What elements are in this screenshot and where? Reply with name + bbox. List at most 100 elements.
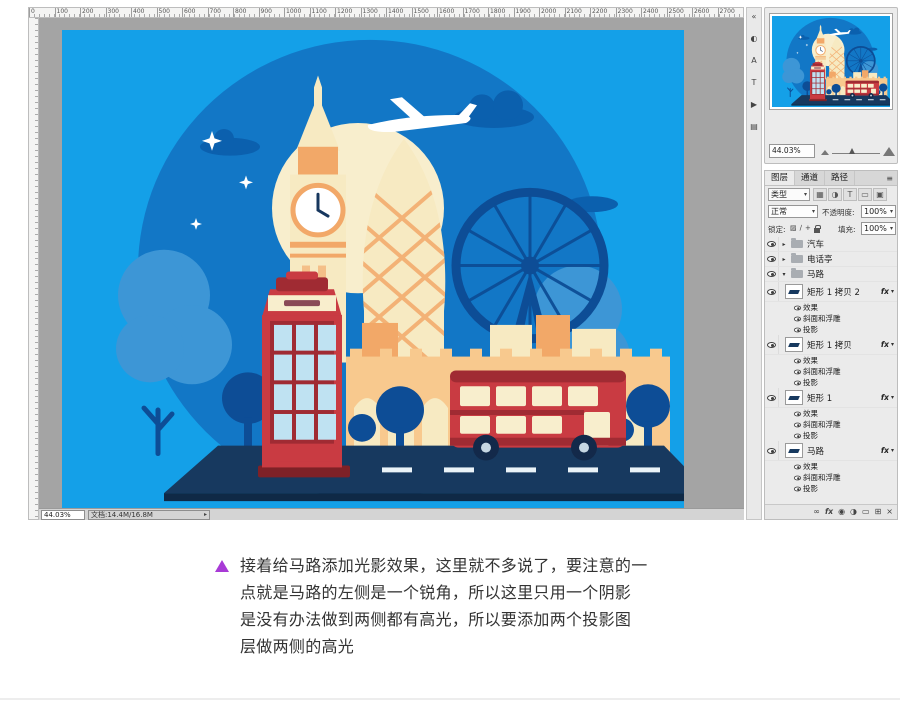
adjustment-layer-icon[interactable]: ◑: [850, 505, 857, 519]
layer-group-row[interactable]: ▾ 马路: [765, 267, 897, 282]
layer-group-row[interactable]: ▸ 电话亭: [765, 252, 897, 267]
caption-block: 接着给马路添加光影效果，这里就不多说了，要注意的一 点就是马路的左侧是一个锐角，…: [0, 552, 900, 682]
filter-shape-layers-icon[interactable]: ▭: [858, 188, 872, 201]
collapse-panels-icon[interactable]: «: [748, 11, 760, 23]
link-layers-icon[interactable]: ∞: [813, 505, 820, 519]
fx-badge[interactable]: fx: [881, 287, 889, 296]
lock-transparency-icon[interactable]: ▨: [790, 222, 797, 235]
visibility-eye-icon[interactable]: [791, 366, 803, 377]
visibility-eye-icon[interactable]: [791, 408, 803, 419]
visibility-eye-icon[interactable]: [765, 252, 779, 266]
tab-layers[interactable]: 图层: [765, 171, 796, 185]
layer-effect-row[interactable]: 效果: [765, 408, 897, 419]
layer-group-row[interactable]: ▸ 汽车: [765, 237, 897, 252]
panel-menu-icon[interactable]: ≡: [882, 171, 897, 185]
filter-kind-select[interactable]: 类型 ▾: [768, 188, 810, 201]
visibility-eye-icon[interactable]: [765, 388, 779, 407]
zoom-level-field[interactable]: 44.03%: [41, 510, 85, 520]
visibility-eye-icon[interactable]: [765, 282, 779, 301]
ruler-number: 1100: [309, 8, 336, 17]
visibility-eye-icon[interactable]: [765, 237, 779, 251]
navigator-zoom-slider[interactable]: [821, 144, 895, 158]
visibility-eye-icon[interactable]: [791, 483, 803, 494]
actions-panel-icon[interactable]: ▶: [748, 99, 760, 111]
ruler-number: 500: [156, 8, 183, 17]
histogram-panel-icon[interactable]: ▤: [748, 121, 760, 133]
delete-layer-icon[interactable]: ×: [886, 505, 893, 519]
document-canvas[interactable]: [62, 30, 684, 508]
layer-effect-row[interactable]: 效果: [765, 302, 897, 313]
tab-paths[interactable]: 路径: [825, 171, 856, 185]
visibility-eye-icon[interactable]: [791, 472, 803, 483]
visibility-eye-icon[interactable]: [791, 430, 803, 441]
layer-effect-row[interactable]: 效果: [765, 461, 897, 472]
layer-effect-row[interactable]: 效果: [765, 355, 897, 366]
layer-effect-row[interactable]: 投影: [765, 324, 897, 335]
zoom-out-icon[interactable]: [821, 150, 829, 155]
lock-position-icon[interactable]: +: [805, 222, 811, 235]
layer-thumbnail[interactable]: [785, 337, 803, 352]
fx-caret-icon[interactable]: ▾: [891, 394, 894, 401]
layer-row[interactable]: 矩形 1 拷贝 fx ▾: [765, 335, 897, 355]
visibility-eye-icon[interactable]: [791, 302, 803, 313]
slider-track[interactable]: [832, 148, 880, 154]
filter-type-layers-icon[interactable]: T: [843, 188, 857, 201]
ruler-number: 1600: [437, 8, 463, 17]
layer-effect-row[interactable]: 斜面和浮雕: [765, 472, 897, 483]
visibility-eye-icon[interactable]: [791, 461, 803, 472]
status-caret-icon[interactable]: ▸: [204, 511, 207, 519]
layer-row[interactable]: 矩形 1 fx ▾: [765, 388, 897, 408]
fx-badge[interactable]: fx: [881, 446, 889, 455]
paragraph-panel-icon[interactable]: T: [748, 77, 760, 89]
visibility-eye-icon[interactable]: [765, 335, 779, 354]
document-size-info[interactable]: 文档:14.4M/16.8M ▸: [88, 510, 210, 520]
layer-effect-row[interactable]: 斜面和浮雕: [765, 366, 897, 377]
blend-mode-select[interactable]: 正常 ▾: [768, 205, 818, 218]
ruler-number: 200: [80, 8, 106, 17]
layer-mask-icon[interactable]: ◉: [838, 505, 845, 519]
layer-thumbnail[interactable]: [785, 284, 803, 299]
layer-effect-row[interactable]: 投影: [765, 483, 897, 494]
visibility-eye-icon[interactable]: [791, 324, 803, 335]
tab-channels[interactable]: 通道: [795, 171, 826, 185]
navigator-zoom-field[interactable]: 44.03%: [769, 144, 815, 158]
filter-smart-objects-icon[interactable]: ▣: [873, 188, 887, 201]
fx-caret-icon[interactable]: ▾: [891, 447, 894, 454]
lock-all-icon[interactable]: [813, 224, 821, 233]
visibility-eye-icon[interactable]: [791, 355, 803, 366]
layer-thumbnail[interactable]: [785, 390, 803, 405]
fill-field[interactable]: 100% ▾: [861, 222, 896, 235]
slider-knob[interactable]: [848, 148, 855, 154]
fx-badge[interactable]: fx: [881, 393, 889, 402]
visibility-eye-icon[interactable]: [791, 313, 803, 324]
visibility-eye-icon[interactable]: [765, 267, 779, 281]
filter-pixel-layers-icon[interactable]: ▦: [813, 188, 827, 201]
new-layer-icon[interactable]: ⊞: [875, 505, 882, 519]
visibility-eye-icon[interactable]: [791, 377, 803, 388]
expand-caret-icon[interactable]: ▸: [779, 256, 789, 263]
layer-row[interactable]: 马路 fx ▾: [765, 441, 897, 461]
layer-row[interactable]: 矩形 1 拷贝 2 fx ▾: [765, 282, 897, 302]
expand-caret-icon[interactable]: ▸: [779, 241, 789, 248]
visibility-eye-icon[interactable]: [791, 419, 803, 430]
layer-effect-row[interactable]: 投影: [765, 430, 897, 441]
navigator-thumbnail[interactable]: [769, 13, 893, 110]
layer-effect-row[interactable]: 斜面和浮雕: [765, 313, 897, 324]
visibility-eye-icon[interactable]: [765, 441, 779, 460]
color-panel-icon[interactable]: ◐: [748, 33, 760, 45]
expand-caret-icon[interactable]: ▾: [779, 271, 789, 278]
layer-style-icon[interactable]: fx: [825, 505, 833, 519]
opacity-field[interactable]: 100% ▾: [861, 205, 896, 218]
bullet-triangle-icon: [215, 560, 229, 572]
character-panel-icon[interactable]: A: [748, 55, 760, 67]
fx-badge[interactable]: fx: [881, 340, 889, 349]
layer-effect-row[interactable]: 斜面和浮雕: [765, 419, 897, 430]
lock-pixels-icon[interactable]: ∕: [800, 222, 802, 235]
new-group-icon[interactable]: ▭: [862, 505, 870, 519]
fx-caret-icon[interactable]: ▾: [891, 341, 894, 348]
zoom-in-icon[interactable]: [883, 147, 895, 156]
filter-adjustment-layers-icon[interactable]: ◑: [828, 188, 842, 201]
layer-effect-row[interactable]: 投影: [765, 377, 897, 388]
layer-thumbnail[interactable]: [785, 443, 803, 458]
fx-caret-icon[interactable]: ▾: [891, 288, 894, 295]
